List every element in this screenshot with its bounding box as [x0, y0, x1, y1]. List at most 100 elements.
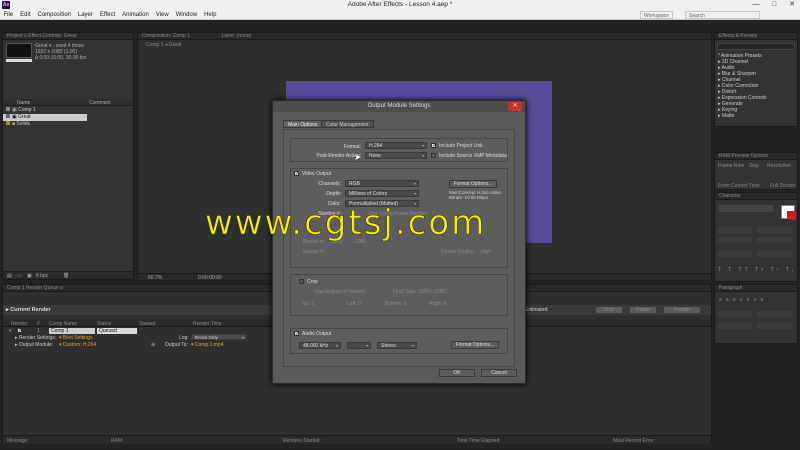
- log-label: Log:: [179, 335, 189, 341]
- col-status[interactable]: Status: [97, 321, 111, 327]
- include-project-link-checkbox[interactable]: ✓: [431, 143, 436, 149]
- paragraph-tab[interactable]: Paragraph: [715, 285, 797, 292]
- format-select[interactable]: H.264 ▾: [365, 142, 427, 149]
- audio-output-checkbox[interactable]: ✓: [294, 331, 299, 337]
- current-time[interactable]: 0:00:00:00: [198, 275, 222, 281]
- col-number[interactable]: #: [37, 321, 40, 327]
- render-checkbox[interactable]: ✓: [17, 328, 22, 334]
- composition-tab[interactable]: Composition: Comp 1: [142, 33, 190, 39]
- audio-format-options-button[interactable]: Format Options...: [451, 341, 499, 349]
- renders-started-label: Renders Started:: [283, 438, 321, 444]
- workspace-selector[interactable]: Workspace: [640, 11, 673, 19]
- close-window-icon[interactable]: ✕: [784, 0, 800, 10]
- maximize-icon[interactable]: □: [766, 0, 782, 10]
- font-family-select[interactable]: [718, 205, 773, 212]
- layer-tab[interactable]: Layer: (none): [221, 33, 251, 39]
- col-comp-name[interactable]: Comp Name: [49, 321, 77, 327]
- menu-layer[interactable]: Layer: [74, 10, 96, 20]
- audio-channels-select[interactable]: Stereo ▾: [377, 342, 417, 349]
- watermark-text: www.cgtsj.com: [205, 203, 487, 244]
- breadcrumb-great[interactable]: Great: [169, 42, 182, 48]
- ok-button[interactable]: OK: [439, 369, 475, 377]
- minimize-icon[interactable]: —: [748, 0, 764, 10]
- col-started[interactable]: Started: [139, 321, 155, 327]
- cancel-button[interactable]: Cancel: [481, 369, 517, 377]
- output-to-label: Output To:: [165, 342, 188, 348]
- stroke-color-swatch[interactable]: [787, 211, 796, 220]
- thumbnail-bar: [6, 59, 32, 62]
- channels-select[interactable]: RGB ▾: [345, 180, 419, 187]
- indent-right-field[interactable]: [757, 311, 793, 317]
- menu-window[interactable]: Window: [172, 10, 200, 20]
- text-style-buttons[interactable]: T T TT Tт T¹ T₁: [718, 267, 796, 273]
- pause-button[interactable]: Pause: [629, 306, 657, 314]
- effects-search-input[interactable]: [717, 43, 795, 50]
- kerning-field[interactable]: [718, 237, 752, 243]
- menu-effect[interactable]: Effect: [96, 10, 118, 20]
- preview-tab[interactable]: RAM Preview Options: [715, 153, 797, 160]
- col-name[interactable]: Name: [17, 100, 30, 106]
- menu-view[interactable]: View: [152, 10, 172, 20]
- add-output-icon[interactable]: ⊕: [151, 342, 155, 348]
- menu-file[interactable]: File: [0, 10, 17, 20]
- leading-field[interactable]: [757, 227, 793, 233]
- render-button[interactable]: Render: [663, 306, 701, 314]
- tracking-field[interactable]: [757, 237, 793, 243]
- project-item-comp[interactable]: ▣ Comp 1: [3, 107, 133, 114]
- row-comp-name[interactable]: Comp 1: [49, 328, 95, 334]
- crop-left-label: Left: 0: [347, 301, 361, 307]
- col-render-time[interactable]: Render Time: [193, 321, 222, 327]
- indent-left-field[interactable]: [718, 311, 752, 317]
- search-help-input[interactable]: Search: [685, 11, 760, 19]
- folder-icon: ■: [12, 121, 16, 127]
- effects-item[interactable]: ▸ Matte: [715, 113, 734, 120]
- from-current-checkbox[interactable]: From Current Time: [718, 183, 760, 189]
- expand-icon[interactable]: ▾: [9, 328, 12, 334]
- breadcrumb-comp[interactable]: Comp 1: [146, 42, 164, 48]
- menu-edit[interactable]: Edit: [17, 10, 34, 20]
- menu-animation[interactable]: Animation: [119, 10, 153, 20]
- depth-select[interactable]: Millions of Colors ▾: [345, 190, 419, 197]
- audio-depth-select[interactable]: ▾: [347, 342, 371, 349]
- dialog-close-icon[interactable]: ✕: [508, 102, 522, 111]
- font-size-field[interactable]: [718, 227, 752, 233]
- audio-rate-select[interactable]: 48.000 kHz ▾: [299, 342, 341, 349]
- paragraph-align-icons[interactable]: ≡≡≡≡≡≡≡: [719, 297, 767, 303]
- vertical-scale-field[interactable]: [718, 251, 752, 257]
- output-to-value[interactable]: ▾ Comp 1.mp4: [191, 342, 224, 348]
- menu-composition[interactable]: Composition: [34, 10, 74, 20]
- stop-button[interactable]: Stop: [595, 306, 623, 314]
- character-tab[interactable]: Character: [715, 193, 797, 200]
- render-settings-value[interactable]: ▾ Best Settings: [59, 335, 92, 341]
- tab-main-options[interactable]: Main Options: [283, 120, 323, 128]
- new-folder-icon[interactable]: ▭: [17, 273, 22, 279]
- video-output-checkbox[interactable]: ✓: [294, 171, 299, 177]
- use-roi-label[interactable]: Use Region of Interest: [315, 289, 365, 295]
- zoom-level[interactable]: 50.7%: [148, 275, 162, 281]
- output-module-value[interactable]: ▾ Custom: H.264: [59, 342, 96, 348]
- bpc-indicator[interactable]: 8 bpc: [36, 273, 48, 279]
- effects-tab[interactable]: Effects & Presets: [715, 33, 797, 40]
- include-xmp-checkbox[interactable]: [431, 153, 436, 158]
- menu-help[interactable]: Help: [201, 10, 220, 20]
- log-select[interactable]: Errors Only ▾: [191, 334, 247, 340]
- horizontal-scale-field[interactable]: [757, 251, 793, 257]
- video-format-options-button[interactable]: Format Options...: [449, 180, 497, 188]
- post-render-select[interactable]: None ▾: [365, 152, 427, 159]
- col-render[interactable]: Render: [11, 321, 27, 327]
- resize-quality-value[interactable]: High: [481, 249, 491, 255]
- trash-icon[interactable]: 🗑: [63, 273, 69, 279]
- interpret-footage-icon[interactable]: ▤: [7, 273, 12, 279]
- project-tabs[interactable]: Project ≡ Effect Controls: Great: [3, 33, 133, 40]
- new-comp-icon[interactable]: ▣: [27, 273, 32, 279]
- space-after-field[interactable]: [757, 323, 793, 329]
- tab-color-management[interactable]: Color Management: [321, 120, 374, 128]
- comp-tabs: Composition: Comp 1 Layer: (none): [138, 33, 711, 40]
- video-output-label: Video Output: [302, 171, 332, 177]
- crop-checkbox[interactable]: [299, 279, 304, 284]
- col-comment[interactable]: Comment: [89, 100, 111, 106]
- space-before-field[interactable]: [718, 323, 752, 329]
- project-item-solids[interactable]: ■ Solids: [3, 121, 133, 128]
- full-screen-checkbox[interactable]: Full Screen: [770, 183, 795, 189]
- project-item-great[interactable]: ▣ Great: [3, 114, 87, 121]
